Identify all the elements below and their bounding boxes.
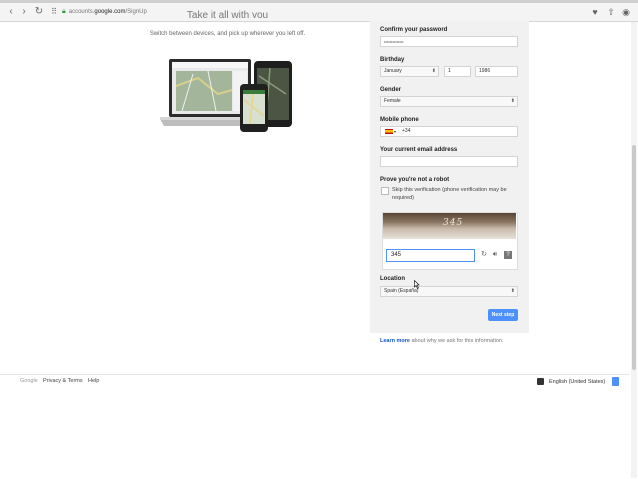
help-icon[interactable]: ? xyxy=(504,251,512,259)
devices-illustration xyxy=(160,59,292,132)
skip-verification-checkbox[interactable] xyxy=(381,187,389,195)
mobile-phone-field[interactable]: ▾ +34 xyxy=(380,126,518,137)
footer-google[interactable]: Google xyxy=(20,378,38,384)
share-icon[interactable]: ⇧ xyxy=(605,6,617,18)
spain-flag-icon[interactable] xyxy=(385,129,393,134)
robot-label: Prove you're not a robot xyxy=(380,177,450,183)
learn-more-text: Learn more about why we ask for this inf… xyxy=(380,338,504,344)
email-label: Your current email address xyxy=(380,147,458,153)
footer-privacy-terms[interactable]: Privacy & Terms xyxy=(43,378,83,384)
refresh-icon[interactable]: ↻ xyxy=(480,251,488,259)
select-arrows-icon: ⬍ xyxy=(431,68,436,74)
scrollbar-thumb[interactable] xyxy=(632,145,636,370)
gender-label: Gender xyxy=(380,87,402,93)
reload-icon[interactable]: ↻ xyxy=(33,6,45,18)
language-arrows-icon[interactable] xyxy=(612,377,619,386)
url-domain: google.com xyxy=(94,9,126,15)
mobile-phone-label: Mobile phone xyxy=(380,117,419,123)
browser-toolbar: ‹ › ↻ ⠿ 🔒︎ accounts.google.com/SignUp ♥ ⇧… xyxy=(0,3,638,22)
language-icon xyxy=(537,378,544,385)
learn-more-rest: about why we ask for this information. xyxy=(409,338,504,344)
promo-tagline: Take it all with you xyxy=(186,10,269,18)
language-select[interactable]: English (United States) xyxy=(549,378,619,386)
captcha-image-text: 345 xyxy=(443,218,464,228)
location-select[interactable]: Spain (España) ⬍ xyxy=(380,286,518,297)
footer-help[interactable]: Help xyxy=(88,378,99,384)
birthday-label: Birthday xyxy=(380,57,405,63)
birthday-month-select[interactable]: January ⬍ xyxy=(380,66,439,77)
birthday-year-field[interactable]: 1986 xyxy=(475,66,518,77)
lock-icon: 🔒︎ xyxy=(62,8,66,15)
chevron-down-icon[interactable]: ▾ xyxy=(394,127,396,136)
mouse-cursor-icon xyxy=(414,280,420,289)
select-arrows-icon: ⬍ xyxy=(510,288,515,294)
gender-value: Female xyxy=(384,98,401,104)
apps-icon[interactable]: ⠿ xyxy=(48,6,60,18)
promo-subline: Switch between devices, and pick up wher… xyxy=(149,31,306,37)
confirm-password-label: Confirm your password xyxy=(380,27,448,33)
heart-icon[interactable]: ♥ xyxy=(589,6,601,18)
captcha-input[interactable]: 345 xyxy=(386,249,475,262)
current-email-field[interactable] xyxy=(380,156,518,167)
phone-country-code: +34 xyxy=(402,128,411,134)
confirm-password-field[interactable]: •••••••••••••• xyxy=(380,36,518,47)
birthday-day-field[interactable]: 1 xyxy=(444,66,471,77)
learn-more-link[interactable]: Learn more xyxy=(380,338,410,344)
select-arrows-icon: ⬍ xyxy=(510,98,515,104)
captcha-image: 345 xyxy=(383,213,516,239)
next-step-button[interactable]: Next step xyxy=(488,309,518,321)
audio-icon[interactable]: 🔊︎ xyxy=(491,251,499,259)
gender-select[interactable]: Female ⬍ xyxy=(380,96,518,107)
birthday-month-value: January xyxy=(384,68,402,74)
back-icon[interactable]: ‹ xyxy=(5,6,17,18)
forward-icon[interactable]: › xyxy=(18,6,30,18)
account-icon[interactable]: ◉ xyxy=(620,6,632,18)
address-bar[interactable]: 🔒︎ accounts.google.com/SignUp xyxy=(62,5,574,19)
location-label: Location xyxy=(380,276,405,282)
skip-verification-text: Skip this verification (phone verificati… xyxy=(392,187,507,201)
url-host: accounts. xyxy=(68,9,95,15)
